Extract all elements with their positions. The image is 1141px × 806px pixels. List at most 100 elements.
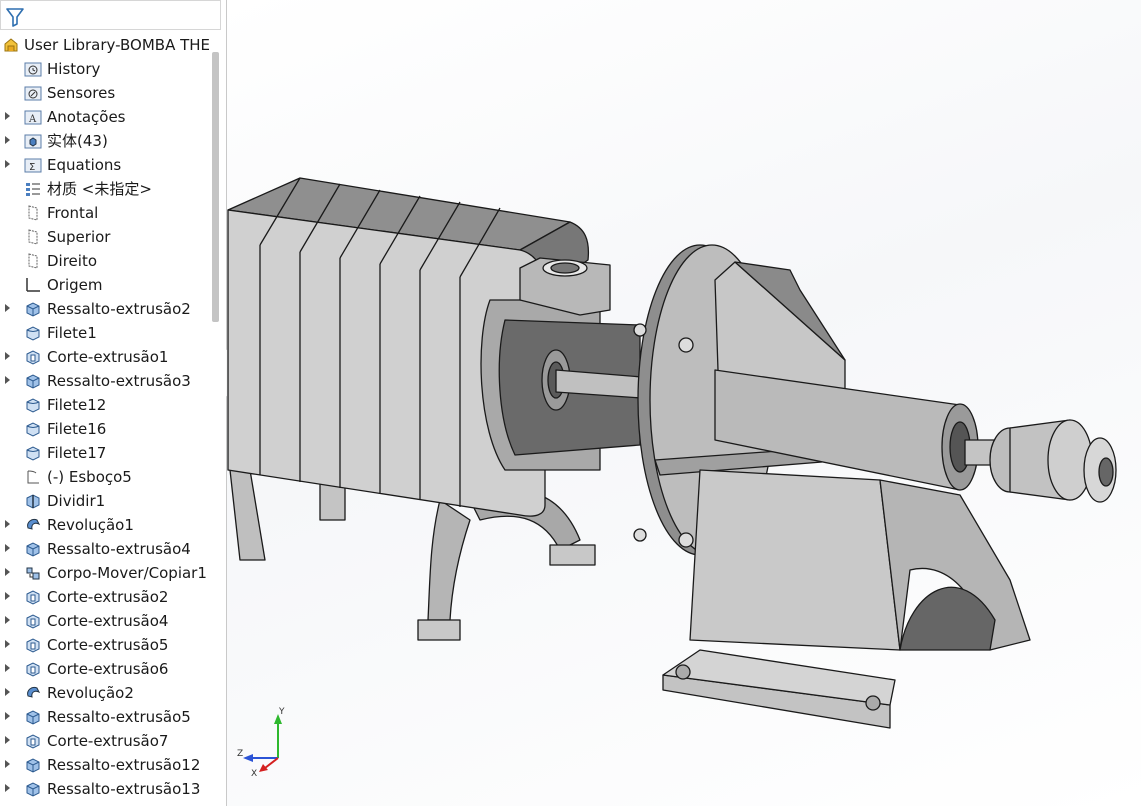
tree-item-label: 材质 <未指定> [47, 180, 152, 198]
tree-item[interactable]: Filete1 [0, 321, 212, 345]
tree-item[interactable]: 实体(43) [0, 129, 212, 153]
expand-arrow-icon[interactable] [5, 568, 10, 576]
tree-item[interactable]: Revolução1 [0, 513, 212, 537]
tree-item-label: Sensores [47, 84, 116, 102]
tree-item-label: Filete16 [47, 420, 107, 438]
tree-filter-bar[interactable] [0, 0, 221, 30]
pump-model[interactable] [227, 0, 1141, 806]
tree-root-part[interactable]: User Library-BOMBA THE [0, 33, 212, 57]
expand-arrow-icon[interactable] [5, 160, 10, 168]
expand-arrow-icon[interactable] [5, 688, 10, 696]
tree-item[interactable]: Ressalto-extrusão3 [0, 369, 212, 393]
tree-item[interactable]: Corte-extrusão2 [0, 585, 212, 609]
cut-extrude-icon [26, 350, 40, 365]
graphics-area[interactable]: Y Z X [227, 0, 1141, 806]
feature-manager-tree[interactable]: User Library-BOMBA THE History Sensores A A… [0, 0, 227, 806]
tree-item-label: Frontal [47, 204, 99, 222]
tree-item-label: Corte-extrusão4 [47, 612, 169, 630]
tree-item[interactable]: Ressalto-extrusão4 [0, 537, 212, 561]
tree-item[interactable]: Ressalto-extrusão2 [0, 297, 212, 321]
tree-item-label: History [47, 60, 101, 78]
tree-item[interactable]: Revolução2 [0, 681, 212, 705]
expand-arrow-icon[interactable] [5, 664, 10, 672]
expand-arrow-icon[interactable] [5, 304, 10, 312]
tree-item[interactable]: Sensores [0, 81, 212, 105]
tree-item-label: Filete12 [47, 396, 107, 414]
expand-arrow-icon[interactable] [5, 352, 10, 360]
expand-arrow-icon[interactable] [5, 592, 10, 600]
tree-item-label: Filete17 [47, 444, 107, 462]
expand-arrow-icon[interactable] [5, 544, 10, 552]
y-axis-label: Y [278, 707, 285, 717]
tree-scrollbar[interactable] [212, 52, 219, 322]
z-axis-arrow [243, 754, 253, 762]
boss-extrude-icon [26, 758, 40, 773]
tree-item-label: Anotações [47, 108, 126, 126]
fillet-icon [26, 422, 40, 437]
move-copy-body-icon [26, 567, 40, 580]
plane-icon [28, 229, 38, 245]
tree-item[interactable]: Corte-extrusão1 [0, 345, 212, 369]
expand-arrow-icon[interactable] [5, 640, 10, 648]
tree-item[interactable]: Filete16 [0, 417, 212, 441]
history-folder-icon [24, 62, 42, 77]
boss-extrude-icon [26, 782, 40, 797]
boss-extrude-icon [26, 710, 40, 725]
expand-arrow-icon[interactable] [5, 112, 10, 120]
expand-arrow-icon[interactable] [5, 784, 10, 792]
expand-arrow-icon[interactable] [5, 760, 10, 768]
tree-item[interactable]: Ressalto-extrusão5 [0, 705, 212, 729]
cut-extrude-icon [26, 614, 40, 629]
tree-root-label: User Library-BOMBA THE [24, 36, 211, 54]
tree-item[interactable]: Direito [0, 249, 212, 273]
tree-item[interactable]: Corte-extrusão4 [0, 609, 212, 633]
tree-item-label: Ressalto-extrusão5 [47, 708, 191, 726]
fillet-icon [26, 326, 40, 341]
tree-item[interactable]: Ressalto-extrusão12 [0, 753, 212, 777]
fillet-icon [26, 398, 40, 413]
plane-icon [28, 253, 38, 269]
tree-item[interactable]: Corte-extrusão5 [0, 633, 212, 657]
tree-item[interactable]: Corte-extrusão7 [0, 729, 212, 753]
x-axis-arrow [259, 764, 268, 772]
tree-item[interactable]: Superior [0, 225, 212, 249]
expand-arrow-icon[interactable] [5, 520, 10, 528]
svg-text:A: A [28, 114, 37, 125]
tree-item-label: Corte-extrusão2 [47, 588, 169, 606]
filter-icon[interactable] [6, 7, 24, 27]
tree-item-label: Corte-extrusão5 [47, 636, 169, 654]
tree-item-label: Ressalto-extrusão13 [47, 780, 201, 798]
tree-item-label: Filete1 [47, 324, 97, 342]
expand-arrow-icon[interactable] [5, 712, 10, 720]
tree-item[interactable]: Corte-extrusão6 [0, 657, 212, 681]
tree-item[interactable]: Ressalto-extrusão13 [0, 777, 212, 801]
tree-item[interactable]: Dividir1 [0, 489, 212, 513]
part-icon [4, 38, 18, 52]
revolve-icon [27, 519, 41, 530]
tree-item[interactable]: Origem [0, 273, 212, 297]
tree-item-label: 实体(43) [47, 132, 108, 150]
tree-item[interactable]: A Anotações [0, 105, 212, 129]
tree-item-label: Ressalto-extrusão3 [47, 372, 191, 390]
tree-item-label: Corte-extrusão6 [47, 660, 169, 678]
cut-extrude-icon [26, 662, 40, 677]
tree-item[interactable]: (-) Esboço5 [0, 465, 212, 489]
annotations-folder-icon: A [24, 110, 42, 125]
tree-item[interactable]: Σ Equations [0, 153, 212, 177]
tree-item-label: Dividir1 [47, 492, 106, 510]
tree-item[interactable]: History [0, 57, 212, 81]
tree-item[interactable]: Corpo-Mover/Copiar1 [0, 561, 212, 585]
fillet-icon [26, 446, 40, 461]
expand-arrow-icon[interactable] [5, 136, 10, 144]
expand-arrow-icon[interactable] [5, 616, 10, 624]
tree-item-label: Ressalto-extrusão4 [47, 540, 191, 558]
tree-item[interactable]: Frontal [0, 201, 212, 225]
svg-text:Σ: Σ [29, 162, 35, 173]
tree-item[interactable]: 材质 <未指定> [0, 177, 212, 201]
tree-item-label: Corpo-Mover/Copiar1 [47, 564, 207, 582]
tree-item[interactable]: Filete12 [0, 393, 212, 417]
expand-arrow-icon[interactable] [5, 736, 10, 744]
solid-bodies-folder-icon [24, 134, 42, 149]
tree-item[interactable]: Filete17 [0, 441, 212, 465]
expand-arrow-icon[interactable] [5, 376, 10, 384]
